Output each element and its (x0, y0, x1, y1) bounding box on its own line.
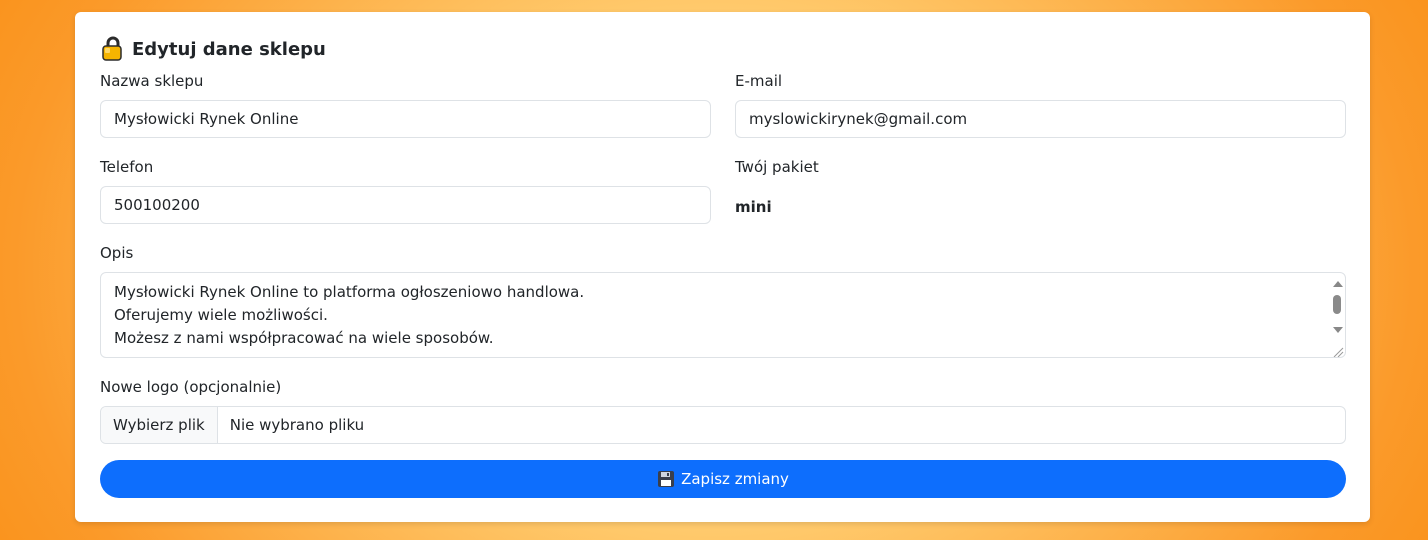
description-text: Mysłowicki Rynek Online to platforma ogł… (114, 281, 584, 350)
scroll-up-arrow-icon[interactable] (1333, 281, 1343, 287)
choose-file-button[interactable]: Wybierz plik (101, 407, 218, 443)
scrollbar-thumb[interactable] (1333, 295, 1341, 314)
plan-label: Twój pakiet (735, 158, 819, 176)
logo-label: Nowe logo (opcjonalnie) (100, 378, 282, 396)
description-line: Oferujemy wiele możliwości. (114, 306, 328, 324)
description-line: Mysłowicki Rynek Online to platforma ogł… (114, 283, 585, 301)
description-textarea[interactable]: Mysłowicki Rynek Online to platforma ogł… (100, 272, 1346, 358)
phone-input[interactable] (100, 186, 711, 224)
phone-label: Telefon (100, 158, 154, 176)
description-label: Opis (100, 244, 134, 262)
page-title: Edytuj dane sklepu (100, 36, 326, 62)
scroll-down-arrow-icon[interactable] (1333, 327, 1343, 333)
logo-file-input[interactable]: Wybierz plik Nie wybrano pliku (100, 406, 1346, 444)
edit-shop-card: Edytuj dane sklepu Nazwa sklepu E-mail T… (75, 12, 1370, 522)
plan-value: mini (735, 198, 772, 216)
file-status-text: Nie wybrano pliku (229, 416, 365, 434)
title-text: Edytuj dane sklepu (132, 38, 326, 60)
floppy-disk-icon (657, 470, 675, 488)
description-line: Możesz z nami współpracować na wiele spo… (114, 329, 494, 347)
lock-icon (100, 36, 125, 62)
save-changes-button[interactable]: Zapisz zmiany (100, 460, 1346, 498)
email-label: E-mail (735, 72, 783, 90)
shop-name-label: Nazwa sklepu (100, 72, 204, 90)
save-button-label: Zapisz zmiany (681, 470, 789, 488)
resize-handle-icon[interactable] (1331, 343, 1344, 357)
shop-name-input[interactable] (100, 100, 711, 138)
email-input[interactable] (735, 100, 1346, 138)
